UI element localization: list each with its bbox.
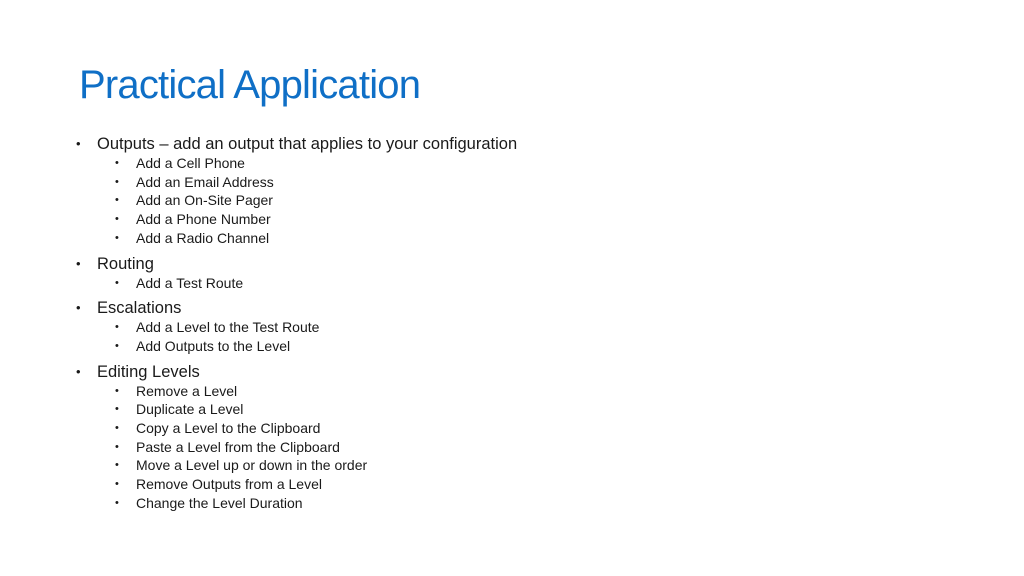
item-label: Add an On-Site Pager xyxy=(136,192,273,209)
bullet-icon: • xyxy=(76,136,81,151)
sub-list: • Add a Cell Phone • Add an Email Address … xyxy=(75,154,975,248)
bullet-list: • Outputs – add an output that applies t… xyxy=(75,134,975,513)
item-label: Add an Email Address xyxy=(136,173,274,190)
bullet-icon: • xyxy=(76,363,81,379)
list-item: • Copy a Level to the Clipboard xyxy=(75,419,975,438)
list-item: • Add a Cell Phone xyxy=(75,154,975,173)
bullet-icon: • xyxy=(115,403,119,416)
bullet-icon: • xyxy=(115,496,119,509)
bullet-icon: • xyxy=(76,255,81,271)
slide-title: Practical Application xyxy=(79,63,421,107)
item-label: Add a Phone Number xyxy=(136,211,271,228)
list-item: • Add an Email Address xyxy=(75,173,975,192)
item-label: Add a Level to the Test Route xyxy=(136,319,320,336)
bullet-icon: • xyxy=(115,194,119,207)
item-label: Add a Cell Phone xyxy=(136,155,245,171)
sub-list: • Add a Test Route xyxy=(75,274,975,293)
section-label: Outputs – add an output that applies to … xyxy=(97,135,518,153)
section-escalations: • Escalations • Add a Level to the Test R… xyxy=(75,298,975,355)
list-item: • Routing xyxy=(75,254,975,274)
bullet-icon: • xyxy=(115,384,119,397)
section-label: Routing xyxy=(97,254,154,273)
list-item: • Remove a Level xyxy=(75,382,975,401)
item-label: Change the Level Duration xyxy=(136,494,303,511)
list-item: • Add a Level to the Test Route xyxy=(75,318,975,337)
bullet-icon: • xyxy=(115,213,119,226)
bullet-icon: • xyxy=(115,276,119,289)
list-item: • Change the Level Duration xyxy=(75,494,975,513)
section-editing-levels: • Editing Levels • Remove a Level • Duplic… xyxy=(75,362,975,513)
bullet-icon: • xyxy=(115,422,119,435)
list-item: • Add a Phone Number xyxy=(75,210,975,229)
list-item: • Add a Radio Channel xyxy=(75,229,975,248)
item-label: Add Outputs to the Level xyxy=(136,337,291,354)
bullet-icon: • xyxy=(115,478,119,491)
item-label: Paste a Level from the Clipboard xyxy=(136,438,340,455)
bullet-icon: • xyxy=(115,321,119,334)
item-label: Remove Outputs from a Level xyxy=(136,476,322,493)
section-routing: • Routing • Add a Test Route xyxy=(75,254,975,293)
list-item: • Paste a Level from the Clipboard xyxy=(75,438,975,457)
section-label: Escalations xyxy=(97,299,182,318)
list-item: • Duplicate a Level xyxy=(75,400,975,419)
section-label: Editing Levels xyxy=(97,362,200,381)
list-item: • Add an On-Site Pager xyxy=(75,191,975,210)
list-item: • Editing Levels xyxy=(75,362,975,382)
bullet-icon: • xyxy=(115,339,119,352)
item-label: Add a Test Route xyxy=(136,274,244,291)
bullet-icon: • xyxy=(76,300,81,316)
item-label: Remove a Level xyxy=(136,382,238,399)
bullet-icon: • xyxy=(115,440,119,453)
sub-list: • Remove a Level • Duplicate a Level • Copy… xyxy=(75,382,975,513)
list-item: • Outputs – add an output that applies t… xyxy=(75,134,975,154)
item-label: Move a Level up or down in the order xyxy=(136,457,368,474)
sub-list: • Add a Level to the Test Route • Add Outp… xyxy=(75,318,975,355)
list-item: • Add a Test Route xyxy=(75,274,975,293)
section-outputs: • Outputs – add an output that applies t… xyxy=(75,134,975,248)
bullet-icon: • xyxy=(115,459,119,472)
item-label: Add a Radio Channel xyxy=(136,229,270,246)
slide: Practical Application • Outputs – add an… xyxy=(0,0,1024,576)
bullet-icon: • xyxy=(115,157,119,169)
list-item: • Add Outputs to the Level xyxy=(75,337,975,356)
list-item: • Escalations xyxy=(75,298,975,318)
item-label: Copy a Level to the Clipboard xyxy=(136,420,321,437)
bullet-icon: • xyxy=(115,231,119,244)
list-item: • Move a Level up or down in the order xyxy=(75,456,975,475)
item-label: Duplicate a Level xyxy=(136,401,244,418)
list-item: • Remove Outputs from a Level xyxy=(75,475,975,494)
bullet-icon: • xyxy=(115,175,119,188)
